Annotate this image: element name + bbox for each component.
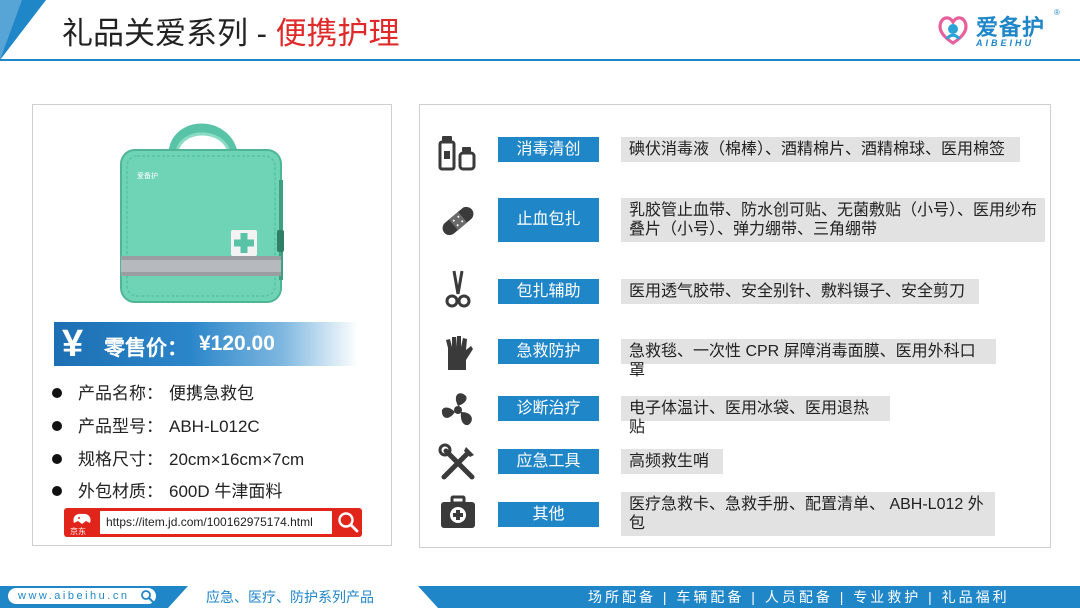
spec-product-name: 产品名称： 便携急救包: [52, 379, 254, 404]
search-icon[interactable]: [336, 510, 360, 534]
category-items-auxiliary: 医用透气胶带、安全别针、敷料镊子、安全剪刀: [621, 279, 979, 304]
bag-logo-text: 爱备护: [137, 171, 158, 180]
category-label-others: 其他: [498, 502, 599, 527]
jd-label: 京东: [70, 526, 86, 536]
page-title: 礼品关爱系列 - 便携护理: [62, 14, 400, 54]
logo-text-en: AIBEIHU: [976, 38, 1035, 48]
kit-contents-panel: [419, 104, 1051, 548]
category-items-others: 医疗急救卡、急救手册、配置清单、 ABH-L012 外包: [621, 492, 995, 536]
footer-slogan-tab-left: [168, 586, 188, 608]
category-label-diagnosis: 诊断治疗: [498, 396, 599, 421]
bullet-icon: [52, 453, 62, 464]
footer-slogan-tab-right: [418, 586, 438, 608]
header-divider: [0, 59, 1080, 61]
footer-nav: 场所配备 | 车辆配备 | 人员配备 | 专业救护 | 礼品福利: [588, 589, 1010, 605]
jd-url-text[interactable]: https://item.jd.com/100162975174.html: [100, 511, 332, 534]
first-aid-bag-image: 爱备护: [120, 123, 284, 303]
price-label: 零售价：: [104, 337, 188, 360]
bandage-icon: [442, 206, 474, 236]
tools-icon: [438, 443, 475, 480]
category-items-protection: 急救毯、一次性 CPR 屏障消毒面膜、医用外科口罩: [621, 339, 996, 379]
footer-slogan: 应急、医疗、防护系列产品: [206, 589, 374, 605]
category-items-tools: 高频救生哨: [621, 449, 723, 474]
bottles-icon: [438, 136, 476, 171]
scissors-icon: [445, 270, 471, 308]
footer-website[interactable]: www.aibeihu.cn: [18, 588, 129, 604]
category-items-diagnosis: 电子体温计、医用冰袋、医用退热贴: [621, 396, 890, 436]
page-title-highlight: 便携护理: [275, 16, 400, 51]
spec-dimensions: 规格尺寸： 20cm×16cm×7cm: [52, 445, 304, 470]
page-title-main: 礼品关爱系列 -: [62, 16, 276, 51]
category-label-auxiliary: 包扎辅助: [498, 279, 599, 304]
medkit-icon: [441, 495, 475, 528]
price-symbol: ¥: [62, 323, 84, 365]
brand-logo[interactable]: 爱备护 ® AIBEIHU: [936, 8, 1066, 52]
category-label-tools: 应急工具: [498, 449, 599, 474]
search-icon[interactable]: [140, 589, 154, 603]
category-label-protection: 急救防护: [498, 339, 599, 364]
logo-registered-mark: ®: [1054, 8, 1060, 17]
jd-dog-icon: 京东: [70, 513, 91, 536]
bullet-icon: [52, 420, 62, 431]
fan-icon: [441, 393, 472, 426]
bullet-icon: [52, 387, 62, 398]
price-value: ¥120.00: [199, 332, 275, 355]
category-label-disinfection: 消毒清创: [498, 137, 599, 162]
glove-icon: [446, 336, 473, 370]
spec-product-model: 产品型号： ABH-L012C: [52, 412, 260, 437]
category-items-disinfection: 碘伏消毒液（棉棒）、酒精棉片、酒精棉球、医用棉签: [621, 137, 1020, 162]
spec-material: 外包材质： 600D 牛津面料: [52, 477, 282, 502]
bullet-icon: [52, 485, 62, 496]
category-items-bandaging: 乳胶管止血带、防水创可贴、无菌敷贴（小号）、医用纱布叠片（小号）、弹力绷带、三角…: [621, 198, 1045, 242]
header-accent-highlight: [0, 0, 22, 60]
category-label-bandaging: 止血包扎: [498, 198, 599, 242]
brand-mark-icon: [938, 16, 968, 45]
